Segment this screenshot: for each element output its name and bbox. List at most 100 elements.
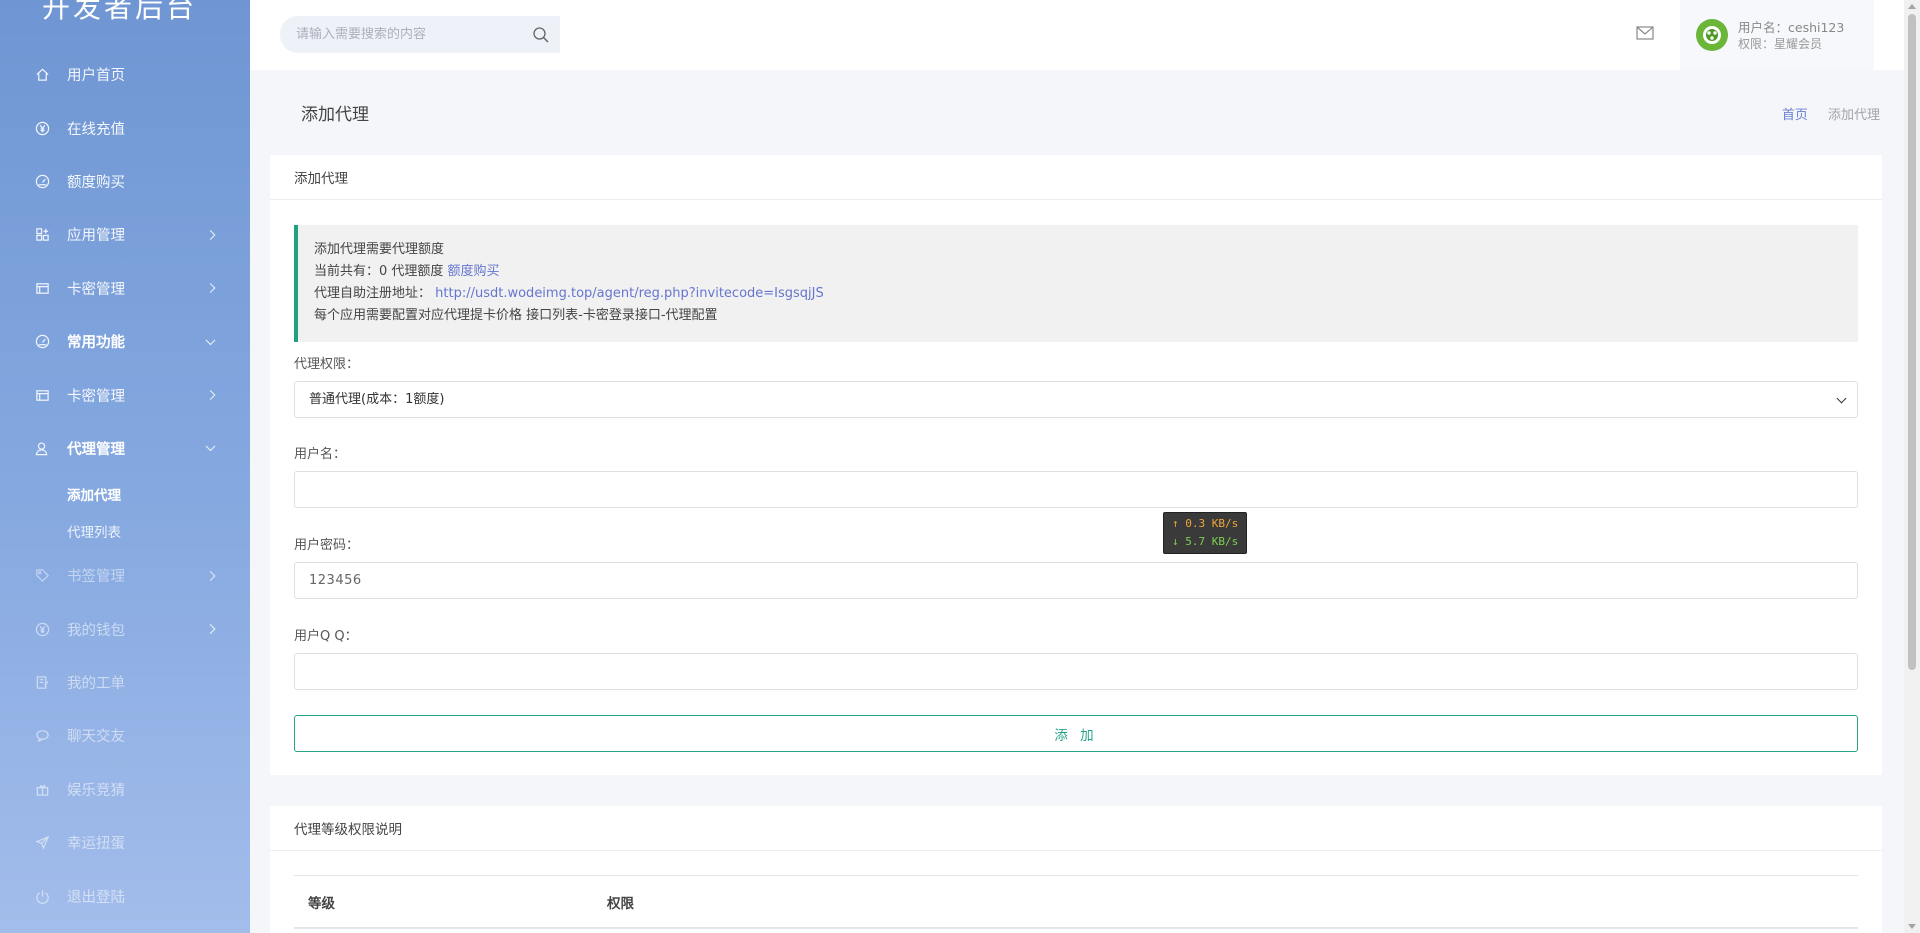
username-field[interactable] [295, 472, 1857, 507]
ticket-icon [34, 674, 51, 691]
card-icon [34, 280, 51, 297]
gauge-icon [34, 333, 51, 350]
breadcrumb-current: 添加代理 [1827, 108, 1880, 123]
sidebar-item-quota-purchase[interactable]: 额度购买 [0, 155, 250, 208]
password-label: 用户密码： [294, 538, 360, 553]
agent-level-card: 代理等级权限说明 等级 权限 [270, 806, 1882, 933]
chevron-right-icon [205, 390, 216, 400]
search-box [280, 16, 560, 53]
sidebar-item-label: 幸运扭蛋 [67, 836, 125, 853]
top-header: 用户名：ceshi123 权限：星耀会员 [250, 0, 1904, 70]
chevron-right-icon [205, 283, 216, 294]
sidebar-item-entertainment[interactable]: 娱乐竞猜 [0, 763, 250, 816]
sidebar-item-label: 用户首页 [67, 68, 125, 85]
password-field-wrapper [294, 562, 1858, 599]
qq-field-wrapper [294, 653, 1858, 690]
agent-level-select[interactable]: 普通代理(成本：1额度) [295, 382, 1857, 417]
scroll-up-arrow-icon[interactable] [1908, 4, 1916, 9]
chevron-down-icon [205, 441, 216, 452]
notice-line: 添加代理需要代理额度 [314, 242, 445, 257]
level-label: 代理权限： [294, 357, 360, 372]
network-speed-overlay: ↑ 0.3 KB/s ↓ 5.7 KB/s [1163, 512, 1247, 554]
sidebar-item-card-management[interactable]: 卡密管理 [0, 262, 250, 315]
notice-line: 当前共有：0 代理额度 额度购买 [314, 261, 1858, 283]
sidebar-subitem-add-agent[interactable]: 添加代理 [0, 475, 250, 512]
sidebar-item-label: 书签管理 [67, 569, 125, 586]
user-role-text: 权限：星耀会员 [1738, 37, 1823, 51]
search-input[interactable] [296, 27, 516, 42]
sidebar-item-bookmark-management[interactable]: 书签管理 [0, 549, 250, 602]
sidebar-subitem-agent-list[interactable]: 代理列表 [0, 512, 250, 549]
register-url-label: 代理自助注册地址： [314, 286, 432, 301]
power-icon [34, 888, 51, 905]
sidebar-item-label: 应用管理 [67, 228, 125, 245]
sidebar-item-label: 卡密管理 [67, 281, 125, 298]
search-icon[interactable] [532, 26, 550, 44]
register-url-link[interactable]: http://usdt.wodeimg.top/agent/reg.php?in… [435, 286, 824, 301]
chevron-right-icon [205, 229, 216, 240]
sidebar-nav: 用户首页 在线充值 额度购买 应用管理 卡密管理 常用功能 卡密管理 代理管理 … [0, 48, 250, 923]
wallet-icon [34, 621, 51, 638]
chat-icon [34, 727, 51, 744]
yen-icon [34, 120, 51, 137]
scroll-down-arrow-icon[interactable] [1908, 924, 1916, 929]
sidebar-item-label: 我的工单 [67, 676, 125, 693]
breadcrumb: 首页 添加代理 [1782, 104, 1880, 123]
breadcrumb-home-link[interactable]: 首页 [1782, 108, 1808, 123]
user-menu[interactable]: 用户名：ceshi123 权限：星耀会员 [1680, 0, 1874, 70]
tag-icon [34, 567, 51, 584]
column-header-permission: 权限 [607, 895, 634, 912]
send-icon [34, 834, 51, 851]
sidebar-item-recharge[interactable]: 在线充值 [0, 101, 250, 154]
gift-icon [34, 781, 51, 798]
sidebar-item-label: 退出登陆 [67, 889, 125, 906]
chevron-right-icon [205, 570, 216, 581]
sidebar-item-lucky-gacha[interactable]: 幸运扭蛋 [0, 816, 250, 869]
sidebar-item-user-home[interactable]: 用户首页 [0, 48, 250, 101]
sidebar-item-common-functions[interactable]: 常用功能 [0, 315, 250, 368]
sidebar-item-agent-management[interactable]: 代理管理 [0, 422, 250, 475]
username-field-wrapper [294, 471, 1858, 508]
sidebar-item-label: 额度购买 [67, 174, 125, 191]
username-label: 用户名： [294, 447, 347, 462]
card-icon [34, 387, 51, 404]
qq-field[interactable] [295, 654, 1857, 689]
qq-label: 用户Q Q： [294, 629, 358, 644]
sidebar-item-label: 卡密管理 [67, 388, 125, 405]
notice-line: 每个应用需要配置对应代理提卡价格 接口列表-卡密登录接口-代理配置 [314, 308, 718, 323]
sidebar-item-label: 聊天交友 [67, 729, 125, 746]
user-icon [34, 440, 51, 457]
page-title: 添加代理 [301, 105, 369, 125]
password-field[interactable] [295, 563, 1857, 598]
sidebar-item-logout[interactable]: 退出登陆 [0, 869, 250, 922]
sidebar-item-app-management[interactable]: 应用管理 [0, 208, 250, 261]
quota-purchase-link[interactable]: 额度购买 [448, 264, 500, 279]
scrollbar-thumb[interactable] [1908, 14, 1916, 670]
mail-icon[interactable] [1636, 26, 1654, 40]
home-icon [34, 66, 51, 83]
chevron-down-icon [205, 334, 216, 345]
table-header-row: 等级 权限 [294, 876, 1858, 929]
sidebar: 开发者后台 用户首页 在线充值 额度购买 应用管理 卡密管理 常用功能 卡密管理… [0, 0, 250, 933]
notice-line: 代理自助注册地址： http://usdt.wodeimg.top/agent/… [314, 283, 1858, 305]
brand-title: 开发者后台 [42, 0, 198, 24]
gauge-icon [34, 173, 51, 190]
quota-count-text: 当前共有：0 代理额度 [314, 264, 448, 279]
column-header-level: 等级 [308, 895, 335, 912]
sidebar-item-chat[interactable]: 聊天交友 [0, 709, 250, 762]
sidebar-item-label: 在线充值 [67, 121, 125, 138]
card-title: 添加代理 [270, 155, 1882, 200]
download-speed: ↓ 5.7 KB/s [1172, 535, 1239, 548]
sidebar-item-card-management-2[interactable]: 卡密管理 [0, 368, 250, 421]
add-agent-card: 添加代理 添加代理需要代理额度 当前共有：0 代理额度 额度购买 代理自助注册地… [270, 155, 1882, 775]
add-agent-button[interactable]: 添 加 [294, 715, 1858, 752]
apps-icon [34, 226, 51, 243]
sidebar-item-my-tickets[interactable]: 我的工单 [0, 656, 250, 709]
sidebar-item-label: 常用功能 [67, 335, 125, 352]
chevron-right-icon [205, 624, 216, 635]
sidebar-item-my-wallet[interactable]: 我的钱包 [0, 603, 250, 656]
level-table: 等级 权限 [294, 875, 1858, 929]
avatar [1696, 19, 1728, 51]
page-scrollbar[interactable] [1904, 0, 1920, 933]
sidebar-item-label: 我的钱包 [67, 622, 125, 639]
